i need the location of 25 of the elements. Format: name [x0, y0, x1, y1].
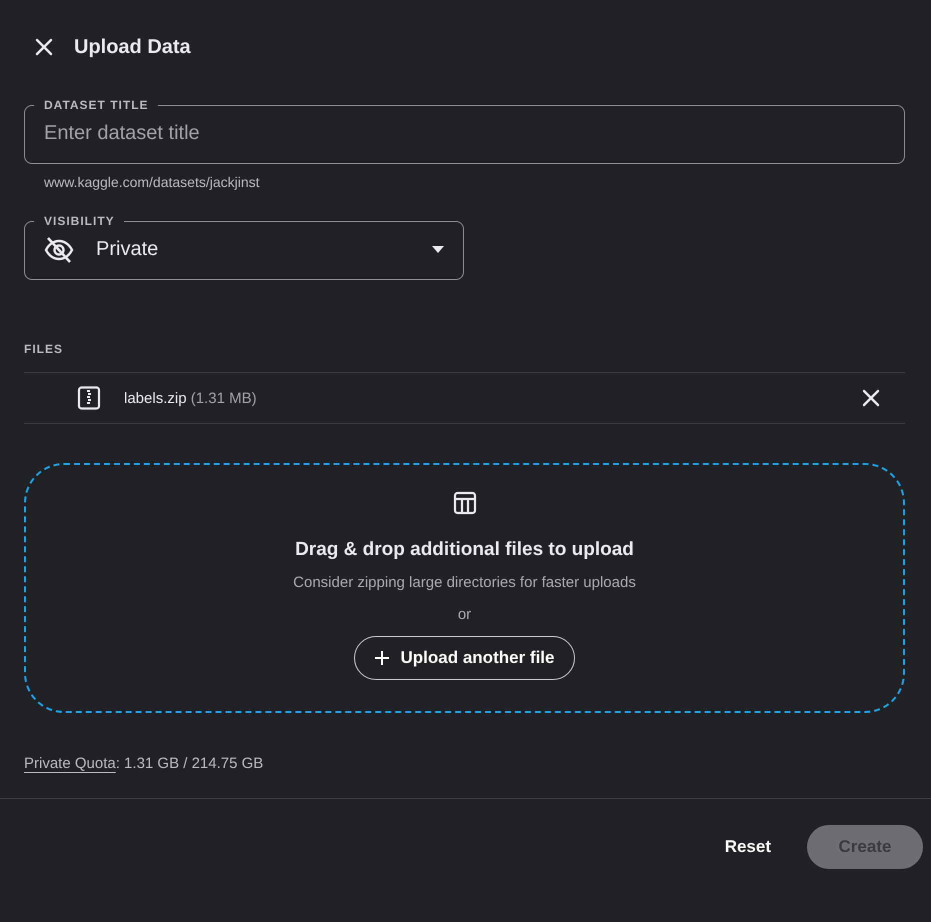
eye-off-icon [44, 236, 74, 262]
drop-hint: Consider zipping large directories for faster uploads [293, 574, 636, 591]
title-field[interactable]: DATASET TITLE Enter dataset title [24, 98, 905, 164]
field-label: DATASET TITLE [43, 98, 150, 112]
url-hint: www.kaggle.com/datasets/jackjinst [44, 174, 261, 190]
secondary-button[interactable]: Reset [716, 827, 779, 867]
dialog-title: Upload Data [74, 36, 191, 58]
section-heading: FILES [24, 342, 64, 356]
layout-icon [452, 491, 476, 515]
remove-file-button[interactable] [861, 388, 881, 408]
caret-icon [432, 246, 444, 253]
title-input[interactable]: Enter dataset title [44, 112, 885, 156]
plus-icon [374, 651, 389, 665]
field-label: VISIBILITY [43, 214, 116, 228]
visibility-value: Private [96, 238, 160, 261]
close-button[interactable] [34, 37, 54, 57]
quota-value: : 1.31 GB / 214.75 GB [116, 755, 264, 772]
drop-heading: Drag & drop additional files to upload [295, 539, 634, 561]
or-text: or [458, 606, 472, 623]
visibility-dropdown[interactable]: VISIBILITY Private [24, 214, 464, 280]
upload-button[interactable]: Upload another file [354, 636, 576, 680]
drop-zone[interactable]: Drag & drop additional files to upload Consider zipping large directories for faster uploads or Upload another file [24, 463, 905, 713]
quota-link[interactable]: Private Quota [24, 755, 116, 772]
file-name: labels.zip (1.31 MB) [124, 390, 258, 406]
zip-file-icon [77, 386, 101, 410]
